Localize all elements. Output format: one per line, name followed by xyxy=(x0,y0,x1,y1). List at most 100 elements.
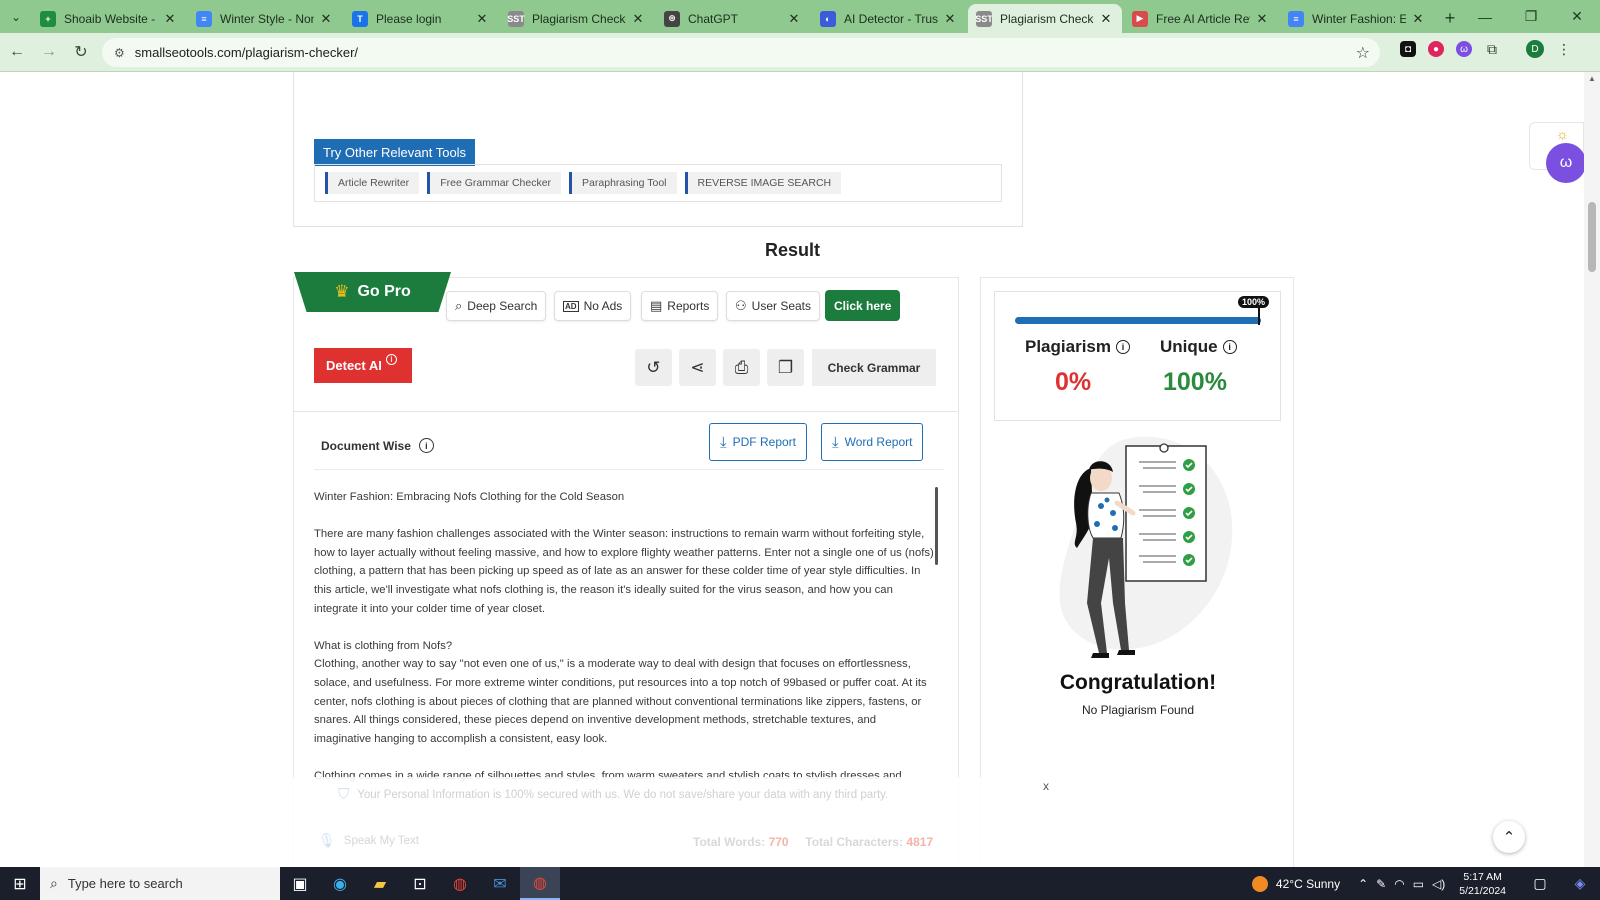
back-button[interactable]: ← xyxy=(2,37,32,67)
speak-my-text-button[interactable]: 🎙 Speak My Text xyxy=(318,832,419,849)
store-icon[interactable]: ⊡ xyxy=(400,867,440,900)
browser-tab[interactable]: ⊛ ChatGPT ✕ xyxy=(656,4,810,33)
mail-icon[interactable]: ✉ xyxy=(480,867,520,900)
page-scrollbar[interactable]: ▲ xyxy=(1584,72,1600,867)
forward-button[interactable]: → xyxy=(34,37,64,67)
site-info-icon[interactable]: ⚙ xyxy=(114,46,125,60)
tab-favicon-icon: SST xyxy=(975,10,993,27)
browser-tab[interactable]: ≡ Winter Fashion: Emb ✕ xyxy=(1280,4,1434,33)
network-icon[interactable]: ◠ xyxy=(1394,877,1404,891)
close-window-icon[interactable]: ✕ xyxy=(1554,0,1600,33)
kebab-menu-icon[interactable]: ⋮ xyxy=(1556,41,1572,57)
notification-icon[interactable]: ▢ xyxy=(1520,875,1560,892)
browser-tab[interactable]: ◐ AI Detector - Trusted ✕ xyxy=(812,4,966,33)
tab-close-icon[interactable]: ✕ xyxy=(942,11,958,27)
task-view-icon[interactable]: ▣ xyxy=(280,867,320,900)
reports-button[interactable]: ▤ Reports xyxy=(641,291,719,321)
search-icon: ⌕ xyxy=(50,875,58,891)
file-explorer-icon[interactable]: ▰ xyxy=(360,867,400,900)
info-icon[interactable]: i xyxy=(1222,340,1237,354)
no-ads-icon: AD xyxy=(563,300,579,312)
scrollbar-thumb[interactable] xyxy=(1588,202,1596,272)
user-seats-button[interactable]: ⚇ User Seats xyxy=(726,291,821,321)
click-here-button[interactable]: Click here xyxy=(825,290,901,321)
tool-link-article-rewriter[interactable]: Article Rewriter xyxy=(325,172,420,194)
bookmark-star-icon[interactable]: ☆ xyxy=(1356,43,1370,63)
address-bar[interactable]: ⚙ smallseotools.com/plagiarism-checker/ … xyxy=(102,38,1380,67)
browser-tab[interactable]: T Please login ✕ xyxy=(344,4,498,33)
progress-marker xyxy=(1258,305,1260,325)
tab-close-icon[interactable]: ✕ xyxy=(162,11,178,27)
no-plagiarism-text: No Plagiarism Found xyxy=(1081,703,1195,717)
browser-tab[interactable]: SST Plagiarism Checker - ✕ xyxy=(968,4,1122,33)
info-icon: i xyxy=(385,354,397,365)
profile-avatar[interactable]: D xyxy=(1526,40,1544,58)
reload-button[interactable]: ↺ xyxy=(635,349,672,386)
tab-close-icon[interactable]: ✕ xyxy=(1254,11,1270,27)
share-icon: ⋖ xyxy=(690,357,705,377)
tab-close-icon[interactable]: ✕ xyxy=(474,11,490,27)
copy-icon: ❐ xyxy=(777,357,794,377)
tab-title: Shoaib Website - Go xyxy=(64,11,158,26)
browser-tab[interactable]: + Shoaib Website - Go ✕ xyxy=(32,4,186,33)
tab-close-icon[interactable]: ✕ xyxy=(630,11,646,27)
scroll-to-top-button[interactable]: ⌃ xyxy=(1493,821,1525,853)
info-icon[interactable]: i xyxy=(418,438,434,453)
close-notice-button[interactable]: x xyxy=(1043,779,1049,793)
windows-start-icon[interactable]: ⊞ xyxy=(0,867,40,900)
volume-icon[interactable]: ◁) xyxy=(1432,877,1445,891)
detect-ai-button[interactable]: Detect AI i xyxy=(314,348,412,383)
copilot-icon[interactable]: ◈ xyxy=(1560,875,1600,892)
chrome-active-icon[interactable]: ◍ xyxy=(520,867,560,900)
print-button[interactable]: ⎙ xyxy=(723,349,760,386)
reload-button[interactable]: ↻ xyxy=(66,37,96,67)
edge-icon[interactable]: ◉ xyxy=(320,867,360,900)
extension-icon[interactable]: ◘ xyxy=(1400,41,1416,57)
browser-tab[interactable]: ≡ Winter Style - None C ✕ xyxy=(188,4,342,33)
new-tab-button[interactable]: + xyxy=(1436,4,1464,33)
go-pro-banner[interactable]: ♛ Go Pro xyxy=(294,272,451,312)
progress-badge: 100% xyxy=(1238,296,1270,308)
document-scrollbar[interactable] xyxy=(935,487,938,565)
puzzle-icon[interactable]: ⧉ xyxy=(1484,41,1500,57)
browser-tab[interactable]: ▶ Free AI Article Rewrit ✕ xyxy=(1124,4,1278,33)
tab-close-icon[interactable]: ✕ xyxy=(1410,11,1426,27)
tool-link-grammar-checker[interactable]: Free Grammar Checker xyxy=(427,172,562,194)
progress-bar xyxy=(1015,317,1261,324)
extension-icon[interactable]: ● xyxy=(1428,41,1444,57)
battery-icon[interactable]: ▭ xyxy=(1413,877,1424,891)
go-pro-label: Go Pro xyxy=(357,283,411,300)
info-icon[interactable]: i xyxy=(1116,340,1130,354)
word-report-button[interactable]: ⤓ Word Report xyxy=(821,423,924,461)
weather-widget[interactable]: 42°C Sunny xyxy=(1251,875,1340,892)
assistant-widget[interactable]: ☼ ω xyxy=(1529,122,1584,183)
chevron-up-icon[interactable]: ⌃ xyxy=(1358,877,1368,891)
shield-check-icon: ⛉ xyxy=(338,786,350,803)
scroll-up-arrow[interactable]: ▲ xyxy=(1584,74,1600,83)
no-ads-button[interactable]: AD No Ads xyxy=(554,291,632,321)
tab-strip: ⌄ + Shoaib Website - Go ✕ ≡ Winter Style - N… xyxy=(0,0,1600,33)
check-grammar-button[interactable]: Check Grammar xyxy=(812,349,936,386)
pen-icon[interactable]: ✎ xyxy=(1376,877,1386,891)
document-subheading: What is clothing from Nofs? xyxy=(314,639,453,652)
tab-close-icon[interactable]: ✕ xyxy=(318,11,334,27)
clock[interactable]: 5:17 AM 5/21/2024 xyxy=(1459,870,1506,898)
tool-link-reverse-image[interactable]: REVERSE IMAGE SEARCH xyxy=(684,172,842,194)
deep-search-button[interactable]: ⌕ Deep Search xyxy=(446,291,547,321)
restore-icon[interactable]: ❐ xyxy=(1508,0,1554,33)
pdf-report-button[interactable]: ⤓ PDF Report xyxy=(709,423,807,461)
system-tray: 42°C Sunny ⌃ ✎ ◠ ▭ ◁) 5:17 AM 5/21/2024 … xyxy=(1251,867,1600,900)
tab-close-icon[interactable]: ✕ xyxy=(1098,11,1114,27)
taskbar-search[interactable]: ⌕ Type here to search xyxy=(40,867,280,900)
tab-title: Free AI Article Rewrit xyxy=(1156,11,1250,26)
minimize-icon[interactable]: — xyxy=(1462,0,1508,33)
chrome-icon[interactable]: ◍ xyxy=(440,867,480,900)
tool-link-paraphrasing[interactable]: Paraphrasing Tool xyxy=(569,172,677,194)
copy-button[interactable]: ❐ xyxy=(767,349,804,386)
tab-search-button[interactable]: ⌄ xyxy=(0,0,32,33)
tab-close-icon[interactable]: ✕ xyxy=(786,11,802,27)
assistant-icon[interactable]: ω xyxy=(1546,143,1584,183)
extension-icon[interactable]: ω xyxy=(1456,41,1472,57)
share-button[interactable]: ⋖ xyxy=(679,349,716,386)
browser-tab[interactable]: SST Plagiarism Checker - ✕ xyxy=(500,4,654,33)
